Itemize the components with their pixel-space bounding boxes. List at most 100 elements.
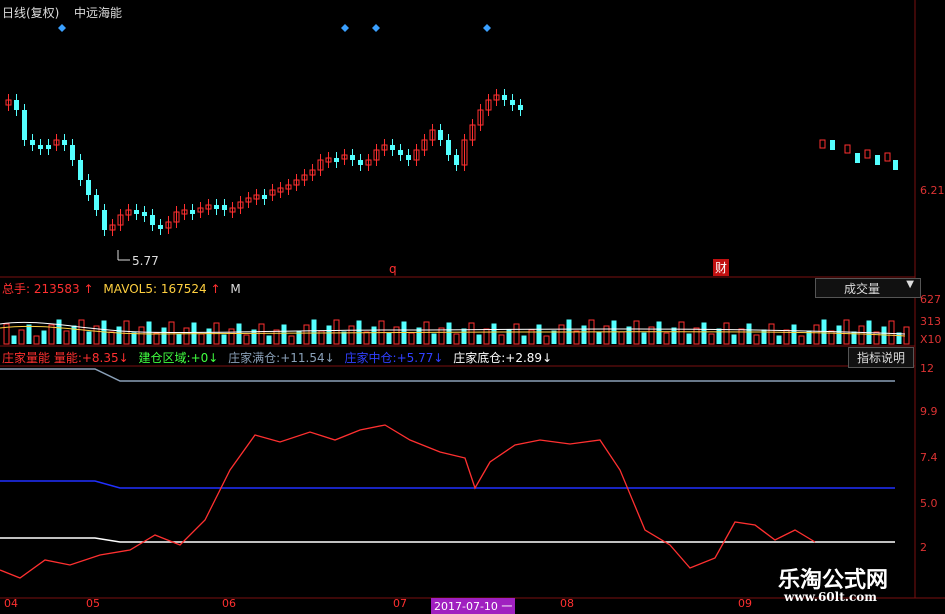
volume-bar	[183, 327, 190, 345]
volume-bar	[386, 332, 392, 344]
volume-bar	[138, 326, 145, 345]
volume-bar	[716, 328, 722, 344]
candle-body	[884, 152, 891, 162]
volume-bar	[701, 322, 707, 344]
volume-bar	[858, 325, 865, 345]
volume-bar	[303, 324, 310, 345]
volume-bar	[491, 323, 497, 344]
candle-body	[518, 105, 523, 110]
candle-body	[62, 140, 67, 145]
mavol-value: 167524	[160, 282, 207, 296]
volume-bars	[0, 319, 910, 345]
volume-bar	[798, 335, 805, 345]
legend-item-base-position: 庄家底仓:+2.89↓	[453, 351, 553, 365]
volume-bar	[333, 319, 340, 345]
volume-bar	[348, 325, 355, 345]
candle-body	[855, 153, 860, 163]
volume-bar	[461, 328, 467, 344]
volume-bar	[521, 335, 527, 344]
watermark-url: www.60lt.com	[784, 590, 877, 604]
volume-bar	[221, 334, 227, 344]
volume-energy-line	[0, 424, 816, 579]
candle-body	[454, 155, 459, 165]
indicator-axis-2: 2	[920, 541, 927, 554]
volume-bar	[78, 319, 85, 345]
m-label: M	[230, 282, 241, 296]
candle-body	[406, 155, 411, 160]
volume-bar	[558, 324, 565, 345]
base-position-line	[0, 537, 895, 543]
indicator-dropdown[interactable]: 成交量 ▼	[815, 278, 921, 298]
candle-body	[214, 205, 219, 209]
volume-bar	[723, 322, 730, 345]
volume-bar	[468, 322, 475, 345]
price-axis-label: 6.21	[920, 184, 945, 197]
date-label-09: 09	[738, 597, 752, 610]
volume-bar	[281, 324, 287, 344]
volume-bar	[836, 325, 842, 344]
volume-bar	[513, 323, 520, 345]
candle-body	[893, 160, 898, 170]
volume-bar	[33, 335, 40, 345]
volume-axis-unit: X10	[920, 333, 942, 346]
candle-body	[70, 145, 75, 160]
volume-bar	[656, 321, 662, 344]
volume-bar	[296, 330, 302, 344]
volume-bar	[671, 327, 677, 344]
volume-bar	[633, 320, 640, 345]
arrow-down-icon: ↓	[118, 351, 129, 365]
candle-body	[94, 195, 99, 210]
indicator-help-button[interactable]: 指标说明	[848, 347, 915, 368]
volume-bar	[573, 330, 580, 345]
event-marker-finance[interactable]: 财	[713, 259, 730, 276]
candle-body	[102, 210, 107, 230]
volume-axis-313: 313	[920, 315, 941, 328]
volume-bar	[26, 324, 32, 344]
volume-bar	[543, 335, 550, 345]
volume-total-value: 213583	[33, 282, 80, 296]
volume-bar	[363, 331, 370, 345]
volume-bar	[708, 333, 715, 345]
volume-bar	[176, 333, 182, 344]
volume-bar	[356, 320, 362, 344]
volume-bar	[56, 319, 62, 344]
date-label-06: 06	[222, 597, 236, 610]
date-label-04: 04	[4, 597, 18, 610]
volume-bar	[663, 332, 670, 345]
volume-bar	[311, 319, 317, 344]
volume-bar	[498, 334, 505, 345]
volume-bar	[731, 334, 737, 344]
volume-bar	[123, 320, 130, 345]
volume-bar	[753, 334, 760, 345]
volume-bar	[446, 322, 452, 344]
volume-bar	[86, 331, 92, 344]
volume-bar	[618, 331, 625, 345]
volume-bar	[768, 323, 775, 345]
chart-canvas[interactable]	[0, 0, 945, 609]
legend-item-volume-energy: 庄家量能 量能:+8.35↓	[2, 351, 129, 365]
candle-body	[398, 150, 403, 155]
volume-bar	[258, 323, 265, 345]
mid-position-line	[0, 480, 895, 489]
candle-body	[390, 145, 395, 150]
arrow-down-icon: ↓	[433, 351, 444, 365]
volume-bar	[641, 332, 647, 344]
arrow-up-icon: ↑	[83, 282, 94, 296]
volume-bar	[738, 328, 745, 345]
volume-bar	[71, 325, 77, 344]
candle-body	[830, 140, 835, 150]
volume-axis-627: 627	[920, 293, 941, 306]
volume-bar	[776, 335, 782, 344]
volume-total: 总手: 213583 ↑ MAVOL5: 167524 ↑ M	[2, 280, 241, 297]
signal-diamond	[341, 24, 349, 32]
legend-item-build-zone: 建仓区域:+0↓	[138, 351, 219, 365]
event-marker-q[interactable]: q	[389, 262, 397, 276]
candlestick-series	[5, 89, 898, 236]
indicator-axis-9-9: 9.9	[920, 405, 938, 418]
candle-body	[46, 145, 51, 149]
candle-body	[150, 215, 155, 225]
volume-bar	[453, 333, 460, 345]
mavol-label: MAVOL5:	[103, 282, 158, 296]
volume-bar	[476, 334, 482, 344]
candle-body	[438, 130, 443, 140]
